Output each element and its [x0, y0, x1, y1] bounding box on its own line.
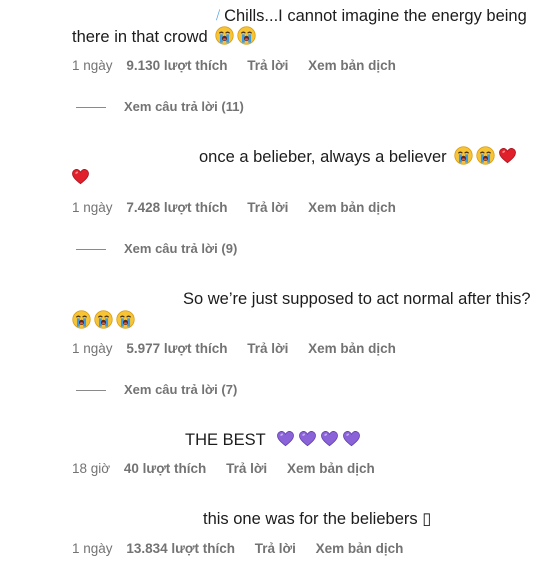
purple-heart-icon	[342, 429, 361, 448]
like-count[interactable]: 13.834 lượt thích	[126, 541, 235, 556]
comment-text: there in that crowd	[72, 28, 208, 46]
comment-text-line: once a belieber, always a believer	[199, 146, 517, 167]
comment-item: ⧸ Chills...I cannot imagine the energy be…	[0, 0, 548, 120]
view-replies-button[interactable]: Xem câu trả lời (11)	[76, 99, 244, 115]
comment-text-line: THE BEST	[185, 429, 361, 450]
crying-face-icon	[94, 310, 113, 329]
view-replies-label: Xem câu trả lời (11)	[124, 99, 244, 114]
view-replies-label: Xem câu trả lời (9)	[124, 241, 238, 256]
translate-button[interactable]: Xem bản dịch	[308, 58, 396, 73]
partial-emoji-icon: ⧸	[216, 8, 221, 22]
like-count[interactable]: 9.130 lượt thích	[126, 58, 227, 73]
comment-item: THE BEST 18 giờ 40 lượt thích Trả lời Xe…	[0, 420, 548, 490]
comment-text: Chills...I cannot imagine the energy bei…	[224, 7, 527, 25]
comment-text: THE BEST	[185, 431, 266, 449]
crying-face-icon	[72, 310, 91, 329]
comment-time: 18 giờ	[72, 461, 111, 476]
reply-button[interactable]: Trả lời	[247, 58, 288, 73]
reply-button[interactable]: Trả lời	[255, 541, 296, 556]
comment-text-line: this one was for the beliebers ▯	[203, 509, 431, 529]
comment-meta: 1 ngày 13.834 lượt thích Trả lời Xem bản…	[72, 541, 403, 557]
translate-button[interactable]: Xem bản dịch	[316, 541, 404, 556]
divider-line	[76, 249, 106, 251]
comment-text: once a belieber, always a believer	[199, 148, 447, 166]
crying-face-icon	[116, 310, 135, 329]
purple-heart-icon	[276, 429, 295, 448]
comment-meta: 18 giờ 40 lượt thích Trả lời Xem bản dịc…	[72, 461, 375, 477]
crying-face-icon	[237, 26, 256, 45]
like-count[interactable]: 5.977 lượt thích	[126, 341, 227, 356]
crying-face-icon	[215, 26, 234, 45]
reply-button[interactable]: Trả lời	[247, 341, 288, 356]
comment-item: once a belieber, always a believer 1 ngà…	[0, 140, 548, 260]
comment-meta: 1 ngày 7.428 lượt thích Trả lời Xem bản …	[72, 200, 396, 216]
view-replies-label: Xem câu trả lời (7)	[124, 382, 238, 397]
crying-face-icon	[476, 146, 495, 165]
translate-button[interactable]: Xem bản dịch	[308, 341, 396, 356]
comment-text-line	[70, 310, 135, 331]
comment-text: So we’re just supposed to act normal aft…	[183, 290, 531, 308]
comment-text-line	[71, 167, 90, 188]
comment-text: this one was for the beliebers ▯	[203, 510, 432, 528]
like-count[interactable]: 7.428 lượt thích	[126, 200, 227, 215]
red-heart-icon	[498, 146, 517, 165]
comment-item: So we’re just supposed to act normal aft…	[0, 282, 548, 402]
comment-item: this one was for the beliebers ▯ 1 ngày …	[0, 500, 548, 568]
translate-button[interactable]: Xem bản dịch	[308, 200, 396, 215]
comment-time: 1 ngày	[72, 58, 113, 73]
crying-face-icon	[454, 146, 473, 165]
like-count[interactable]: 40 lượt thích	[124, 461, 206, 476]
translate-button[interactable]: Xem bản dịch	[287, 461, 375, 476]
view-replies-button[interactable]: Xem câu trả lời (7)	[76, 382, 237, 398]
comment-time: 1 ngày	[72, 341, 113, 356]
comment-meta: 1 ngày 5.977 lượt thích Trả lời Xem bản …	[72, 341, 396, 357]
comment-time: 1 ngày	[72, 541, 113, 556]
purple-heart-icon	[320, 429, 339, 448]
view-replies-button[interactable]: Xem câu trả lời (9)	[76, 241, 237, 257]
comment-meta: 1 ngày 9.130 lượt thích Trả lời Xem bản …	[72, 58, 396, 74]
purple-heart-icon	[298, 429, 317, 448]
comment-text-line: ⧸ Chills...I cannot imagine the energy be…	[216, 5, 527, 26]
comment-text-line: there in that crowd	[72, 26, 256, 47]
reply-button[interactable]: Trả lời	[226, 461, 267, 476]
comment-time: 1 ngày	[72, 200, 113, 215]
red-heart-icon	[71, 167, 90, 186]
divider-line	[76, 107, 106, 109]
comment-text-line: So we’re just supposed to act normal aft…	[183, 289, 531, 309]
reply-button[interactable]: Trả lời	[247, 200, 288, 215]
divider-line	[76, 390, 106, 392]
